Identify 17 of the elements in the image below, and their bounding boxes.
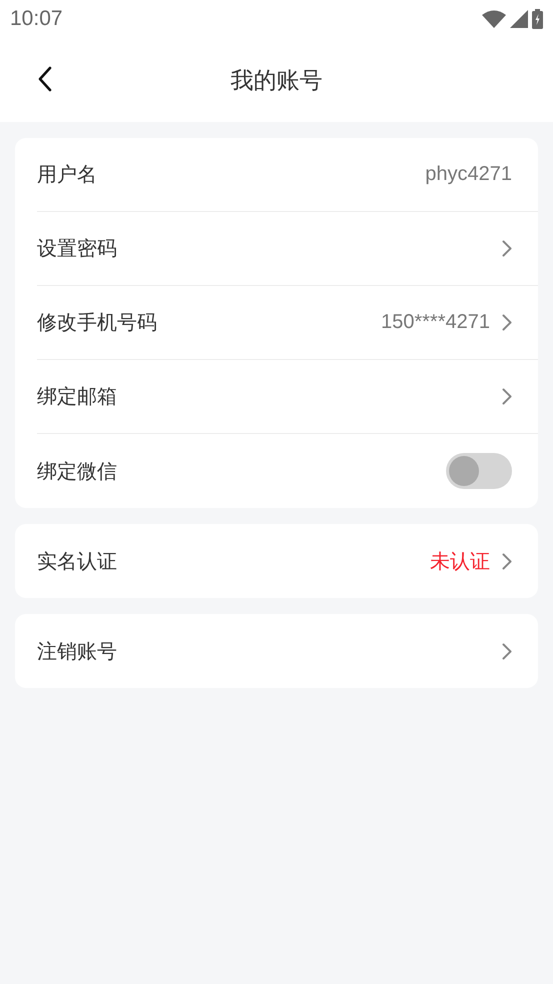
status-time: 10:07 bbox=[10, 7, 63, 31]
wifi-icon bbox=[482, 10, 506, 28]
row-value: 未认证 bbox=[430, 550, 490, 574]
row-value: phyc4271 bbox=[425, 163, 512, 186]
row-label: 绑定邮箱 bbox=[37, 383, 117, 410]
row-label: 设置密码 bbox=[37, 235, 117, 262]
row-label: 注销账号 bbox=[37, 638, 117, 664]
row-label: 实名认证 bbox=[37, 548, 117, 574]
row-label: 用户名 bbox=[37, 161, 97, 188]
signal-icon bbox=[510, 10, 528, 28]
back-icon[interactable] bbox=[38, 66, 52, 92]
row-label: 修改手机号码 bbox=[37, 309, 157, 336]
battery-icon bbox=[532, 9, 543, 29]
row-value: 150****4271 bbox=[381, 311, 490, 334]
page-title: 我的账号 bbox=[230, 66, 322, 96]
row-label: 绑定微信 bbox=[37, 458, 117, 484]
toggle-switch[interactable] bbox=[446, 453, 512, 489]
